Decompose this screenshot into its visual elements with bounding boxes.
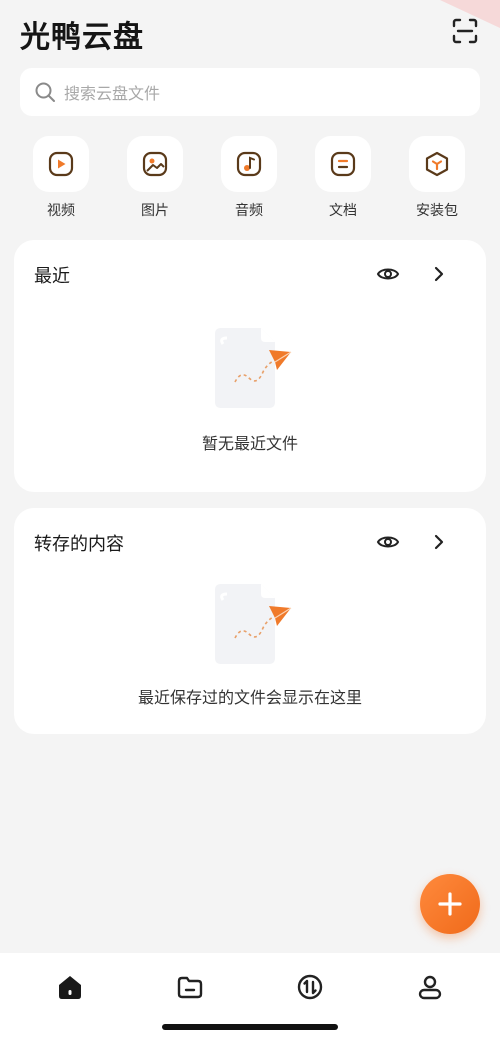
tab-home[interactable] bbox=[50, 967, 90, 1007]
scan-button[interactable] bbox=[450, 16, 480, 46]
category-label: 安装包 bbox=[416, 203, 458, 219]
empty-file-illustration bbox=[215, 328, 292, 408]
category-document[interactable]: 文档 bbox=[303, 136, 383, 220]
category-image[interactable]: 图片 bbox=[115, 136, 195, 220]
profile-icon bbox=[418, 975, 442, 1000]
category-label: 音频 bbox=[235, 203, 263, 219]
image-icon bbox=[142, 151, 168, 177]
add-button[interactable] bbox=[420, 874, 480, 934]
document-icon bbox=[330, 151, 356, 177]
eye-icon[interactable] bbox=[376, 262, 400, 286]
tab-profile[interactable] bbox=[410, 967, 450, 1007]
home-indicator bbox=[162, 1024, 338, 1030]
category-row: 视频 图片 音频 文档 安装包 bbox=[0, 136, 500, 226]
search-placeholder: 搜索云盘文件 bbox=[64, 84, 161, 103]
recent-card: 最近 暂无最近文件 bbox=[14, 240, 486, 492]
app-title: 光鸭云盘 bbox=[20, 20, 144, 55]
saved-card: 转存的内容 最近保存过的文件会显示在这里 bbox=[14, 508, 486, 734]
category-label: 图片 bbox=[141, 203, 169, 219]
video-icon bbox=[48, 151, 74, 177]
home-icon bbox=[59, 976, 81, 999]
category-package[interactable]: 安装包 bbox=[397, 136, 477, 220]
category-video[interactable]: 视频 bbox=[21, 136, 101, 220]
scan-icon bbox=[452, 18, 478, 44]
category-label: 文档 bbox=[329, 203, 357, 219]
eye-icon[interactable] bbox=[376, 530, 400, 554]
chevron-right-icon[interactable] bbox=[428, 530, 450, 554]
music-icon bbox=[236, 151, 262, 177]
plus-icon bbox=[438, 892, 462, 916]
search-icon bbox=[35, 82, 55, 102]
saved-title: 转存的内容 bbox=[34, 534, 124, 555]
recent-empty-text: 暂无最近文件 bbox=[201, 434, 298, 453]
search-input[interactable]: 搜索云盘文件 bbox=[20, 68, 480, 116]
category-label: 视频 bbox=[47, 203, 75, 219]
category-audio[interactable]: 音频 bbox=[209, 136, 289, 220]
chevron-right-icon[interactable] bbox=[428, 262, 450, 286]
folder-icon bbox=[177, 976, 203, 999]
saved-empty-text: 最近保存过的文件会显示在这里 bbox=[137, 688, 362, 707]
transfer-icon bbox=[297, 974, 323, 1000]
empty-file-illustration bbox=[215, 584, 292, 664]
package-icon bbox=[425, 151, 449, 177]
tab-files[interactable] bbox=[170, 967, 210, 1007]
tab-transfer[interactable] bbox=[290, 967, 330, 1007]
recent-title: 最近 bbox=[34, 266, 70, 287]
